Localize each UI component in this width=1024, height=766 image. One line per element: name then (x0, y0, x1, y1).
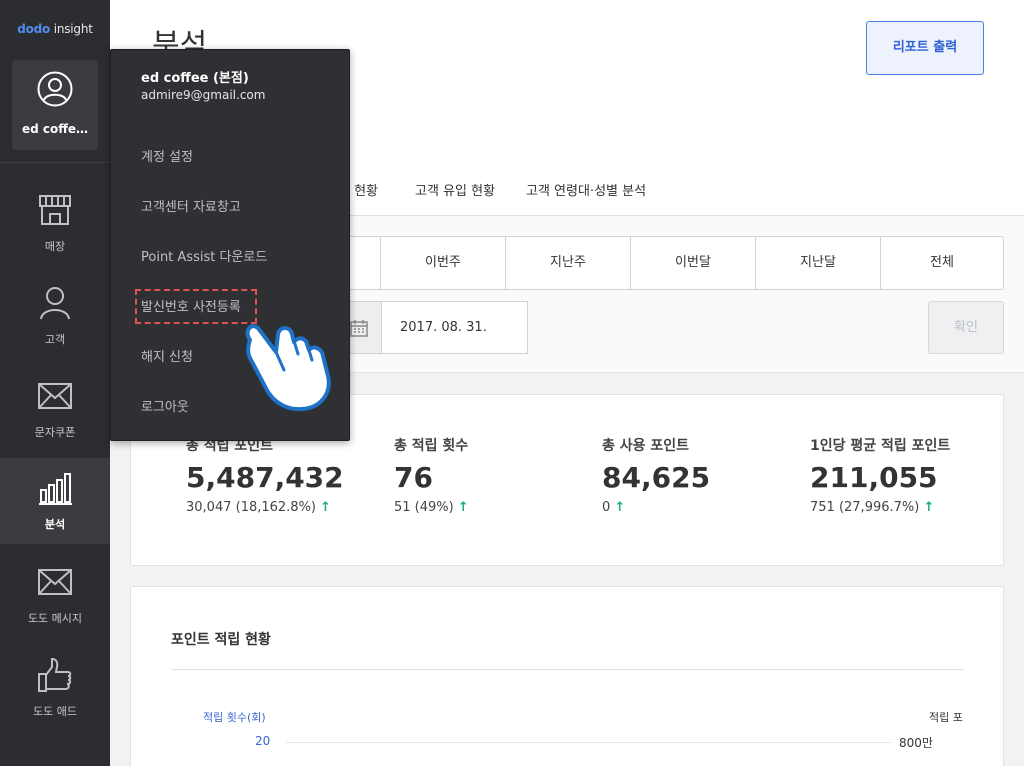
chart-divider (171, 669, 964, 670)
tab-customer-inflow[interactable]: 고객 유입 현황 (415, 180, 495, 199)
period-this-week[interactable]: 이번주 (380, 237, 505, 289)
tab-age-gender-analysis[interactable]: 고객 연령대·성별 분석 (526, 180, 646, 199)
stat-total-used-points: 총 사용 포인트 84,625 0 ↑ (602, 438, 711, 515)
user-circle-icon (37, 71, 73, 107)
stat-avg-earned-per-person: 1인당 평균 적립 포인트 211,055 751 (27,996.7%) ↑ (810, 438, 951, 515)
menu-email: admire9@gmail.com (141, 88, 266, 102)
stat-total-earned-points: 총 적립 포인트 5,487,432 30,047 (18,162.8%) ↑ (186, 438, 344, 515)
confirm-button[interactable]: 확인 (928, 301, 1004, 354)
sidebar: dodo insight ed coffe… 매장 고객 문자쿠폰 분석 도도 … (0, 0, 110, 766)
sidebar-item-dodo-ad[interactable]: 도도 애드 (0, 645, 110, 731)
account-name: ed coffe… (21, 122, 89, 136)
account-button[interactable]: ed coffe… (12, 60, 98, 150)
stat-total-earn-count: 총 적립 횟수 76 51 (49%) ↑ (394, 438, 469, 515)
sidebar-divider (0, 162, 110, 163)
menu-item-cancel-subscription[interactable]: 해지 신청 (141, 346, 193, 365)
up-arrow-icon: ↑ (457, 500, 469, 515)
envelope-icon (38, 383, 72, 409)
up-arrow-icon: ↑ (614, 500, 626, 515)
calendar-icon (350, 320, 368, 337)
envelope-icon (38, 569, 72, 595)
right-axis-label: 적립 포 (929, 711, 963, 724)
points-chart-card: 포인트 적립 현황 적립 횟수(회) 적립 포 20 800만 (130, 586, 1004, 766)
period-last-week[interactable]: 지난주 (505, 237, 630, 289)
bar-chart-icon (39, 473, 72, 505)
sidebar-item-store[interactable]: 매장 (0, 180, 110, 266)
period-all[interactable]: 전체 (880, 237, 1003, 289)
chart-title: 포인트 적립 현황 (171, 632, 271, 648)
person-icon (40, 287, 70, 320)
menu-item-point-assist-download[interactable]: Point Assist 다운로드 (141, 246, 267, 265)
up-arrow-icon: ↑ (320, 500, 332, 515)
brand-logo[interactable]: dodo insight (0, 22, 110, 36)
sidebar-item-dodo-message[interactable]: 도도 메시지 (0, 552, 110, 638)
thumbs-up-icon (38, 657, 72, 692)
chart-grid-line (286, 742, 891, 743)
right-axis-tick: 800만 (899, 736, 933, 750)
left-axis-label: 적립 횟수(회) (203, 711, 266, 724)
up-arrow-icon: ↑ (923, 500, 935, 515)
sidebar-item-analysis[interactable]: 분석 (0, 458, 110, 544)
pointing-hand-icon (245, 324, 331, 412)
store-icon (39, 195, 71, 225)
period-this-month[interactable]: 이번달 (630, 237, 755, 289)
period-last-month[interactable]: 지난달 (755, 237, 880, 289)
left-axis-tick: 20 (255, 734, 271, 748)
menu-item-account-settings[interactable]: 계정 설정 (141, 146, 193, 165)
sidebar-item-sms-coupon[interactable]: 문자쿠폰 (0, 366, 110, 452)
menu-item-help-resources[interactable]: 고객센터 자료창고 (141, 196, 241, 215)
menu-store-name: ed coffee (본점) (141, 71, 249, 86)
end-date-input[interactable] (381, 301, 528, 354)
menu-item-logout[interactable]: 로그아웃 (141, 396, 189, 415)
report-print-button[interactable]: 리포트 출력 (866, 21, 984, 75)
sidebar-item-customer[interactable]: 고객 (0, 273, 110, 359)
